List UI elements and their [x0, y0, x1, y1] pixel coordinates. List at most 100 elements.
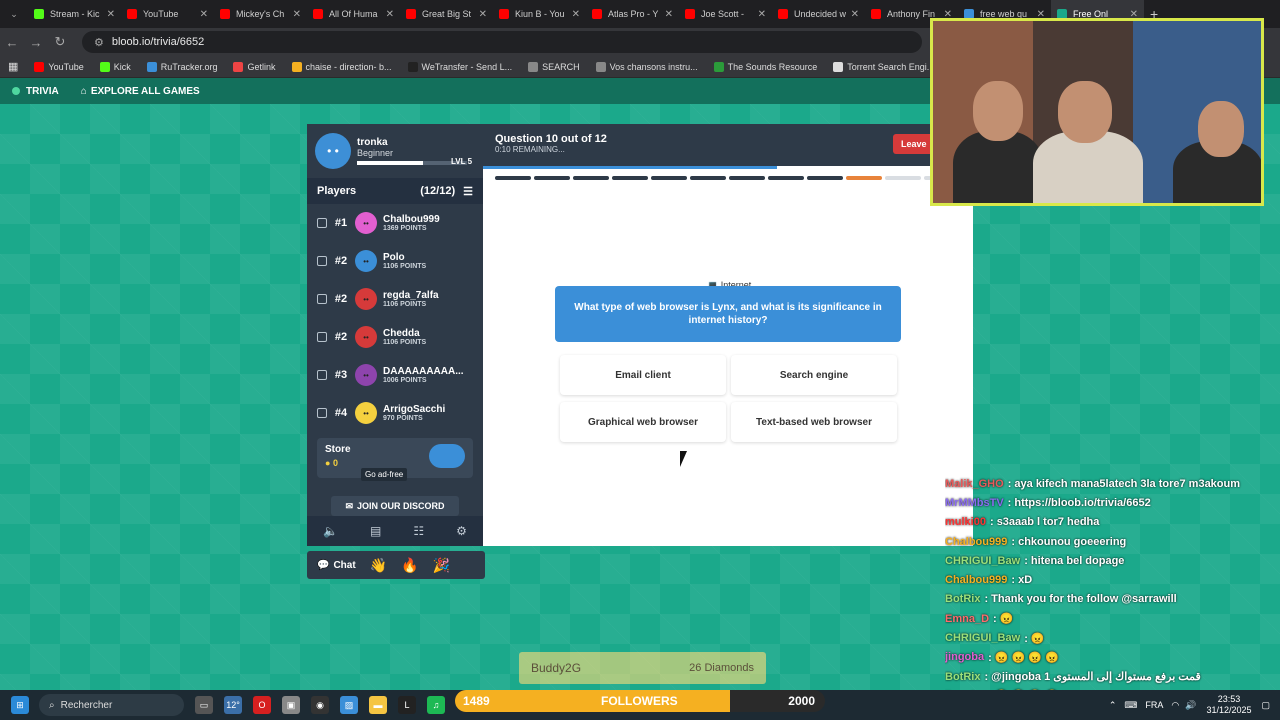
leave-button[interactable]: Leave: [893, 134, 935, 154]
back-icon[interactable]: ←: [0, 35, 24, 50]
chat-username[interactable]: mulki00: [945, 516, 986, 528]
keyboard-icon[interactable]: ⌨: [1124, 700, 1137, 711]
browser-tab[interactable]: YouTube ✕: [121, 0, 214, 28]
bookmark-item[interactable]: YouTube: [34, 61, 84, 72]
windows-start-icon[interactable]: ⊞: [11, 696, 29, 714]
answer-search-engine[interactable]: Search engine: [731, 355, 897, 395]
player-checkbox[interactable]: [317, 332, 327, 342]
apps-icon[interactable]: ▦: [8, 60, 18, 73]
tab-close-icon[interactable]: ✕: [200, 9, 208, 20]
bookmark-item[interactable]: RuTracker.org: [146, 61, 217, 72]
weather-icon[interactable]: 12°: [224, 696, 242, 714]
chat-username[interactable]: CHRIGUI_Baw: [945, 632, 1020, 644]
chat-username[interactable]: CHRIGUI_Baw: [945, 555, 1020, 567]
chat-username[interactable]: Chalbou999: [945, 574, 1007, 586]
tab-close-icon[interactable]: ✕: [293, 9, 301, 20]
site-logo[interactable]: TRIVIA: [26, 86, 59, 97]
chat-username[interactable]: Chalbou999: [945, 536, 1007, 548]
live-app-icon[interactable]: L: [398, 696, 416, 714]
profile-avatar[interactable]: • •: [315, 133, 351, 169]
browser-tab[interactable]: Joe Scott - ✕: [679, 0, 772, 28]
players-icon[interactable]: ☷: [413, 524, 424, 538]
player-checkbox[interactable]: [317, 370, 327, 380]
chat-username[interactable]: BotRix: [945, 593, 980, 605]
language-indicator[interactable]: FRA: [1145, 700, 1163, 710]
taskbar-search[interactable]: ⌕ Rechercher: [39, 694, 184, 716]
fire-reaction-button[interactable]: 🔥: [401, 557, 418, 574]
player-checkbox[interactable]: [317, 218, 327, 228]
tray-chevron-icon[interactable]: ⌃: [1109, 700, 1117, 711]
bookmark-item[interactable]: WeTransfer - Send L...: [407, 61, 512, 72]
opera-icon[interactable]: O: [253, 696, 271, 714]
task-view-icon[interactable]: ▭: [195, 696, 213, 714]
volume-icon[interactable]: 🔊: [1185, 700, 1196, 711]
tab-close-icon[interactable]: ✕: [851, 9, 859, 20]
chat-username[interactable]: BotRix: [945, 671, 980, 683]
bookmark-item[interactable]: The Sounds Resource: [713, 61, 817, 72]
tab-close-icon[interactable]: ✕: [107, 9, 115, 20]
browser-tab[interactable]: All Of Huma ✕: [307, 0, 400, 28]
app-icon[interactable]: ▣: [282, 696, 300, 714]
player-row[interactable]: #3 •• DAAAAAAAAA... 1006 POINTS: [307, 356, 483, 394]
bookmark-item[interactable]: chaise - direction- b...: [291, 61, 392, 72]
clock[interactable]: 23:53 31/12/2025: [1206, 694, 1251, 716]
player-checkbox[interactable]: [317, 408, 327, 418]
join-discord-button[interactable]: ✉ JOIN OUR DISCORD: [331, 496, 459, 516]
player-checkbox[interactable]: [317, 294, 327, 304]
notification-icon[interactable]: ▢: [1261, 700, 1270, 711]
browser-tab[interactable]: Stream - Kic ✕: [28, 0, 121, 28]
player-row[interactable]: #2 •• regda_7alfa 1106 POINTS: [307, 280, 483, 318]
profile-card: • • tronka Beginner LVL 5: [307, 124, 483, 178]
tab-close-icon[interactable]: ✕: [758, 9, 766, 20]
home-icon[interactable]: ⌂: [81, 86, 87, 97]
site-info-icon[interactable]: ⚙: [94, 36, 104, 49]
browser-tab[interactable]: Atlas Pro - Y ✕: [586, 0, 679, 28]
chat-username[interactable]: Malik_GHO: [945, 478, 1004, 490]
browser-tab[interactable]: Kiun B - You ✕: [493, 0, 586, 28]
tab-close-icon[interactable]: ✕: [665, 9, 673, 20]
settings-icon[interactable]: ⚙: [456, 524, 467, 538]
player-checkbox[interactable]: [317, 256, 327, 266]
store-card[interactable]: Store ● 0 Go ad-free: [317, 438, 473, 481]
player-row[interactable]: #1 •• Chalbou999 1369 POINTS: [307, 204, 483, 242]
chat-username[interactable]: jingoba: [945, 651, 984, 663]
answer-text-browser[interactable]: Text-based web browser: [731, 402, 897, 442]
filter-icon[interactable]: ☰: [463, 185, 473, 198]
sound-icon[interactable]: 🔈: [323, 524, 338, 538]
tab-close-icon[interactable]: ✕: [479, 9, 487, 20]
browser-tab[interactable]: Great Big St ✕: [400, 0, 493, 28]
player-row[interactable]: #2 •• Polo 1106 POINTS: [307, 242, 483, 280]
go-ad-free-button[interactable]: Go ad-free: [361, 468, 408, 481]
browser-tab[interactable]: Mickey's Ch ✕: [214, 0, 307, 28]
url-input[interactable]: ⚙ bloob.io/trivia/6652: [82, 31, 922, 53]
party-reaction-button[interactable]: 🎉: [433, 557, 450, 574]
bookmark-item[interactable]: Torrent Search Engi...: [833, 61, 934, 72]
reload-icon[interactable]: ↻: [48, 34, 72, 50]
chat-username[interactable]: Emna_D: [945, 613, 989, 625]
bookmark-item[interactable]: Vos chansons instru...: [595, 61, 698, 72]
wave-reaction-button[interactable]: 👋: [370, 557, 387, 574]
obs-icon[interactable]: ◉: [311, 696, 329, 714]
tab-close-icon[interactable]: ✕: [572, 9, 580, 20]
bookmark-item[interactable]: Getlink: [233, 61, 276, 72]
answer-graphical-browser[interactable]: Graphical web browser: [560, 402, 726, 442]
spotify-icon[interactable]: ♫: [427, 696, 445, 714]
chat-username[interactable]: MrMMbsTV: [945, 497, 1004, 509]
player-row[interactable]: #4 •• ArrigoSacchi 970 POINTS: [307, 394, 483, 432]
photos-icon[interactable]: ▨: [340, 696, 358, 714]
bookmark-item[interactable]: SEARCH: [528, 61, 580, 72]
player-row[interactable]: #2 •• Chedda 1106 POINTS: [307, 318, 483, 356]
followers-current: 1489: [463, 694, 490, 708]
progress-segment: [573, 176, 609, 180]
browser-tab[interactable]: Undecided w ✕: [772, 0, 865, 28]
answer-email-client[interactable]: Email client: [560, 355, 726, 395]
bookmark-item[interactable]: Kick: [99, 61, 131, 72]
chat-button[interactable]: Chat: [333, 560, 355, 571]
forward-icon[interactable]: →: [24, 35, 48, 50]
tab-search-icon[interactable]: ⌄: [0, 9, 28, 20]
wifi-icon[interactable]: ◠: [1171, 700, 1179, 711]
book-icon[interactable]: ▤: [370, 524, 381, 538]
tab-close-icon[interactable]: ✕: [386, 9, 394, 20]
file-explorer-icon[interactable]: ▬: [369, 696, 387, 714]
explore-games-link[interactable]: EXPLORE ALL GAMES: [91, 86, 200, 97]
